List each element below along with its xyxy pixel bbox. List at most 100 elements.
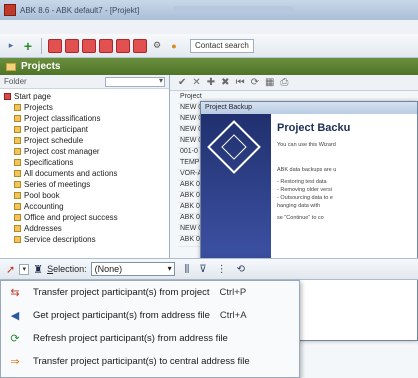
print-icon[interactable]: ⎙ [280, 77, 288, 88]
dialog-title: Project Backup [201, 102, 417, 114]
title-bar: ABK 8.6 - ABK default7 - [Projekt] [0, 0, 418, 20]
toolbar-button-2[interactable] [65, 38, 79, 53]
selection-toolbar: ➚ ▾ ♜ Selection: (None) ▾ ⫼ ⊽ ⋮ ⟲ [0, 258, 418, 280]
tree-item-label: Pool book [24, 191, 60, 200]
check-icon[interactable]: ✔ [178, 77, 186, 88]
folder-icon [14, 170, 21, 177]
folder-label: Folder [4, 77, 27, 86]
new-icon[interactable]: ✚ [207, 77, 215, 88]
projects-header: Projects [0, 58, 418, 75]
transfer-icon[interactable]: ➚ [6, 263, 15, 276]
action-icon[interactable]: ⟲ [237, 264, 245, 275]
dialog-line: - Restoring test data [277, 179, 327, 185]
tree-item-project-participant[interactable]: Project participant [0, 124, 169, 135]
remove-icon[interactable]: ✖ [221, 77, 229, 88]
dialog-heading: Project Backu [277, 122, 351, 134]
toolbar-button-5[interactable] [116, 38, 130, 53]
title-bar-blur [173, 6, 294, 14]
tree-item-accounting[interactable]: Accounting [0, 201, 169, 212]
toolbar-separator [41, 37, 42, 54]
tree-item-start-page[interactable]: Start page [0, 91, 169, 102]
tree-item-label: Projects [24, 103, 53, 112]
dropdown-toggle[interactable]: ▾ [19, 263, 30, 275]
dialog-line: hanging data with [277, 203, 321, 209]
tree-item-label: Series of meetings [24, 180, 91, 189]
menu-item-label: Get project participant(s) from address … [33, 310, 210, 321]
folder-icon [14, 159, 21, 166]
menu-item-transfer-from-project[interactable]: ⇆ Transfer project participant(s) from p… [1, 281, 299, 304]
tree-item-project-cost-manager[interactable]: Project cost manager [0, 146, 169, 157]
filter-icon[interactable]: ⊽ [199, 264, 206, 275]
menu-item-shortcut: Ctrl+P [219, 287, 247, 298]
refresh-icon: ⟳ [10, 333, 20, 345]
tree-item-series-of-meetings[interactable]: Series of meetings [0, 179, 169, 190]
folder-icon [14, 104, 21, 111]
get-from-address-icon: ◀ [10, 310, 20, 322]
menu-bar [0, 20, 418, 34]
transfer-to-central-icon: ⇒ [10, 356, 20, 368]
dialog-line: - Outsourcing data to e [277, 195, 333, 201]
folder-icon [14, 214, 21, 221]
contact-search-input[interactable]: Contact search [190, 38, 254, 53]
toolbar-button-3[interactable] [82, 38, 96, 53]
selection-label: Selection: [47, 264, 87, 274]
help-icon[interactable]: ● [167, 39, 181, 53]
first-icon[interactable]: ⏮ [236, 77, 245, 88]
projects-title: Projects [21, 61, 61, 72]
tree-item-pool-book[interactable]: Pool book [0, 190, 169, 201]
tree-item-label: Project schedule [24, 136, 84, 145]
main-toolbar: ▸ + ⚙ ● Contact search [0, 34, 418, 58]
more-icon[interactable]: ⋮ [217, 264, 227, 275]
dialog-line: ABK data backups are u [277, 167, 337, 173]
tree-item-project-schedule[interactable]: Project schedule [0, 135, 169, 146]
columns-icon[interactable]: ⫼ [185, 264, 190, 275]
menu-item-label: Transfer project participant(s) from pro… [33, 287, 210, 298]
folder-icon [14, 126, 21, 133]
delete-icon[interactable]: ✕ [192, 77, 200, 88]
toolbar-button-6[interactable] [133, 38, 147, 53]
menu-item-get-from-address-file[interactable]: ◀ Get project participant(s) from addres… [1, 304, 299, 327]
grid-icon[interactable]: ▦ [265, 77, 274, 88]
menu-item-label: Refresh project participant(s) from addr… [33, 333, 228, 344]
folder-header: Folder [0, 75, 169, 89]
selection-value: (None) [94, 264, 123, 274]
tools-icon[interactable]: ⚙ [150, 39, 164, 53]
tree-item-all-documents[interactable]: All documents and actions [0, 168, 169, 179]
tree-item-label: Project participant [24, 125, 89, 134]
binoculars-icon[interactable]: ♜ [33, 263, 43, 276]
tree-item-project-classifications[interactable]: Project classifications [0, 113, 169, 124]
folder-icon [14, 115, 21, 122]
refresh-icon[interactable]: ⟳ [251, 77, 259, 88]
tree-item-label: Project classifications [24, 114, 101, 123]
app-icon [4, 4, 16, 16]
tree-item-projects[interactable]: Projects [0, 102, 169, 113]
toolbar-button-1[interactable] [48, 38, 62, 53]
context-menu: ⇆ Transfer project participant(s) from p… [0, 280, 300, 378]
menu-item-shortcut: Ctrl+A [219, 310, 247, 321]
folder-combo[interactable] [105, 76, 165, 87]
tree-item-label: All documents and actions [24, 169, 118, 178]
tree-item-office-and-project-success[interactable]: Office and project success [0, 212, 169, 223]
folder-icon [14, 225, 21, 232]
content-toolbar: ✔ ✕ ✚ ✖ ⏮ ⟳ ▦ ⎙ [170, 75, 418, 91]
tree-item-label: Addresses [24, 224, 62, 233]
tree-item-service-descriptions[interactable]: Service descriptions [0, 234, 169, 245]
dialog-intro: You can use this Wizard [277, 142, 336, 148]
tree-item-specifications[interactable]: Specifications [0, 157, 169, 168]
folder-icon [14, 181, 21, 188]
selection-combo[interactable]: (None) ▾ [90, 262, 175, 276]
menu-item-transfer-to-central-address-file[interactable]: ⇒ Transfer project participant(s) to cen… [1, 350, 299, 373]
tree-item-label: Project cost manager [24, 147, 100, 156]
folder-icon [14, 148, 21, 155]
projects-folder-icon [6, 62, 16, 71]
folder-icon [14, 236, 21, 243]
add-icon[interactable]: + [21, 38, 35, 54]
navigation-tree: Start page Projects Project classificati… [0, 89, 169, 245]
tree-item-label: Start page [14, 92, 51, 101]
menu-item-refresh-from-address-file[interactable]: ⟳ Refresh project participant(s) from ad… [1, 327, 299, 350]
nav-icon[interactable]: ▸ [4, 39, 18, 53]
folder-icon [14, 203, 21, 210]
toolbar-button-4[interactable] [99, 38, 113, 53]
tree-item-addresses[interactable]: Addresses [0, 223, 169, 234]
window-title: ABK 8.6 - ABK default7 - [Projekt] [20, 5, 140, 15]
